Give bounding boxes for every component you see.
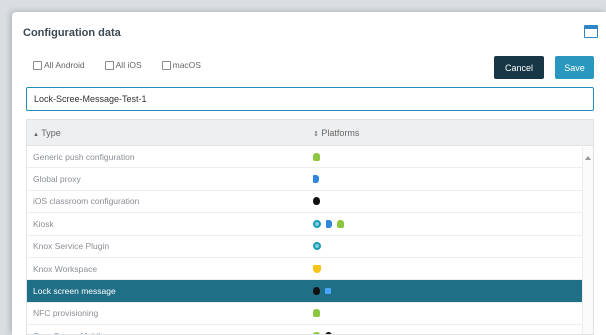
- type-cell: Knox Service Plugin: [33, 241, 110, 252]
- apple-icon: [313, 197, 320, 206]
- ios-icon: [313, 175, 319, 184]
- type-cell: Knox Workspace: [33, 263, 98, 274]
- dialog-title: Configuration data: [23, 27, 121, 39]
- table-row[interactable]: Global proxy: [27, 168, 593, 191]
- type-cell: Lock screen message: [33, 286, 116, 297]
- macos-checkbox[interactable]: [161, 60, 171, 70]
- badge-icon: [325, 288, 331, 295]
- type-cell: Kiosk: [33, 218, 54, 229]
- platform-filters: All Android All iOS macOS: [33, 60, 221, 70]
- apple-icon: [313, 287, 320, 296]
- column-header-type[interactable]: ▲ Type: [27, 128, 313, 138]
- type-cell: Global proxy: [33, 174, 81, 185]
- platforms-cell: [313, 287, 331, 296]
- globe-icon: [313, 219, 321, 228]
- filter-label: All Android: [44, 60, 85, 70]
- table-scrollbar[interactable]: [582, 147, 593, 334]
- platforms-cell: [313, 197, 320, 206]
- platforms-cell: [313, 152, 320, 161]
- table-row[interactable]: Generic push configuration: [27, 146, 593, 169]
- filter-label: macOS: [172, 60, 201, 70]
- ios-icon: [326, 219, 332, 228]
- table-row[interactable]: Lock screen message: [27, 280, 593, 303]
- table-row[interactable]: NFC provisioning: [27, 303, 593, 326]
- filter-label: All iOS: [115, 60, 142, 70]
- configuration-name-input[interactable]: Lock-Scree-Message-Test-1: [26, 87, 594, 111]
- android-icon: [313, 152, 320, 161]
- android-icon: [313, 309, 320, 318]
- cancel-button[interactable]: Cancel: [494, 56, 544, 79]
- type-cell: Generic push configuration: [33, 151, 135, 162]
- save-button[interactable]: Save: [555, 56, 594, 79]
- platforms-cell: [313, 242, 321, 251]
- type-cell: iOS classroom configuration: [33, 196, 140, 207]
- type-cell: OpenScape Mobile: [27, 331, 313, 334]
- table-row[interactable]: OpenScape Mobile: [27, 325, 593, 334]
- platforms-cell: [313, 175, 319, 184]
- table-row[interactable]: Knox Service Plugin: [27, 236, 593, 258]
- table-row[interactable]: Kiosk: [27, 213, 593, 236]
- globe-icon: [313, 242, 321, 251]
- sort-ascending-icon: ▲: [33, 131, 39, 138]
- table-header: ▲ Type ⇕ Platforms: [27, 120, 593, 146]
- column-header-type-label: Type: [41, 127, 61, 138]
- platforms-cell: [313, 309, 320, 318]
- column-header-platforms-label: Platforms: [321, 127, 360, 138]
- shield-icon: [313, 264, 321, 273]
- window-maximize-icon[interactable]: [584, 25, 598, 38]
- platforms-cell: [313, 264, 321, 273]
- scroll-up-icon[interactable]: [585, 156, 591, 160]
- all-ios-checkbox[interactable]: [104, 60, 114, 70]
- android-icon: [337, 219, 344, 228]
- table-row[interactable]: Knox Workspace: [27, 258, 593, 281]
- filter-all-ios[interactable]: All iOS: [104, 60, 142, 70]
- sort-icon: ⇕: [313, 130, 319, 138]
- filter-macos[interactable]: macOS: [161, 60, 201, 70]
- all-android-checkbox[interactable]: [33, 60, 42, 70]
- table-row[interactable]: iOS classroom configuration: [27, 191, 593, 214]
- configuration-dialog: Configuration data All Android All iOS m…: [12, 12, 606, 335]
- column-header-platforms[interactable]: ⇕ Platforms: [313, 128, 359, 138]
- platforms-cell: [313, 219, 344, 228]
- table-body: Generic push configuration Global proxy iO…: [27, 146, 593, 334]
- configuration-type-table: ▲ Type ⇕ Platforms Generic push configur…: [26, 119, 594, 335]
- filter-all-android[interactable]: All Android: [33, 60, 85, 70]
- type-cell: NFC provisioning: [33, 308, 99, 319]
